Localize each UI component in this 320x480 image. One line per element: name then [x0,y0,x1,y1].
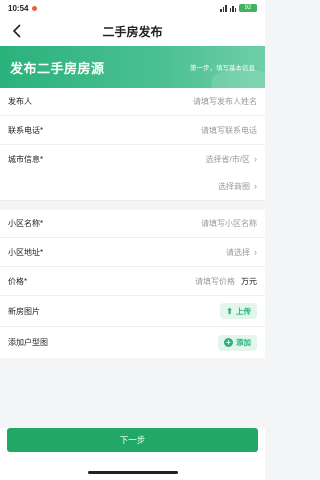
city-select[interactable]: 选择省/市/区 › [206,154,257,165]
status-icons: 92 [220,4,257,12]
publisher-input[interactable]: 请填写发布人姓名 [193,96,257,107]
signal-icon [220,4,227,12]
upload-button[interactable]: ⬆ 上传 [220,303,257,319]
next-step-button[interactable]: 下一步 [7,428,258,452]
status-time: 10:54 [8,3,29,13]
floorplan-row: 添加户型图 + 添加 [0,327,265,358]
floorplan-label: 添加户型图 [8,338,48,347]
community-input[interactable]: 请填写小区名称 [201,218,257,229]
community-row[interactable]: 小区名称* 请填写小区名称 [0,210,265,238]
price-input[interactable]: 请填写价格 [195,276,235,287]
city-label: 城市信息* [8,154,44,164]
status-bar: 10:54 92 [0,0,265,16]
publisher-label: 发布人 [8,97,32,106]
price-unit: 万元 [241,276,257,286]
community-label: 小区名称* [8,219,44,228]
photos-label: 新房图片 [8,306,40,316]
photos-row: 新房图片 ⬆ 上传 [0,296,265,327]
basic-info-form: 发布人 请填写发布人姓名 联系电话* 请填写联系电话 城市信息* 选择省/市/区… [0,88,265,201]
page-title: 二手房发布 [102,24,163,39]
district-select[interactable]: 选择商圈 › [218,181,257,192]
publisher-row[interactable]: 发布人 请填写发布人姓名 [0,88,265,116]
chevron-right-icon: › [254,181,257,191]
price-label: 价格* [8,276,28,286]
header-banner: 发布二手房房源 第一步，填写基本信息 [0,46,265,88]
section-gap [0,201,265,210]
address-select[interactable]: 请选择 › [226,247,257,258]
add-button-label: 添加 [236,338,251,347]
battery-icon: 92 [239,4,257,12]
district-row[interactable]: 选择商圈 › [0,173,265,201]
price-row[interactable]: 价格* 请填写价格 万元 [0,267,265,296]
add-floorplan-button[interactable]: + 添加 [218,334,257,351]
phone-row[interactable]: 联系电话* 请填写联系电话 [0,116,265,145]
home-indicator [87,471,178,474]
upload-icon: ⬆ [226,306,233,316]
back-arrow-icon[interactable] [10,23,26,39]
district-select-text: 选择商圈 [218,182,250,191]
nav-bar: 二手房发布 [0,16,265,46]
address-row[interactable]: 小区地址* 请选择 › [0,238,265,267]
phone-label: 联系电话* [8,125,44,135]
chevron-right-icon: › [254,153,257,164]
city-row[interactable]: 城市信息* 选择省/市/区 › [0,145,265,173]
phone-input[interactable]: 请填写联系电话 [201,125,257,136]
address-label: 小区地址* [8,247,44,257]
chevron-right-icon: › [254,246,257,257]
address-select-text: 请选择 [226,247,250,257]
banner-title: 发布二手房房源 [10,60,105,76]
plus-icon: + [224,338,233,347]
wifi-icon [229,5,236,12]
upload-button-label: 上传 [236,306,251,316]
notification-icon [32,5,38,11]
property-info-form: 小区名称* 请填写小区名称 小区地址* 请选择 › 价格* 请填写价格 万元 新房… [0,210,265,358]
city-select-text: 选择省/市/区 [205,154,250,164]
footer: 下一步 [0,428,265,480]
